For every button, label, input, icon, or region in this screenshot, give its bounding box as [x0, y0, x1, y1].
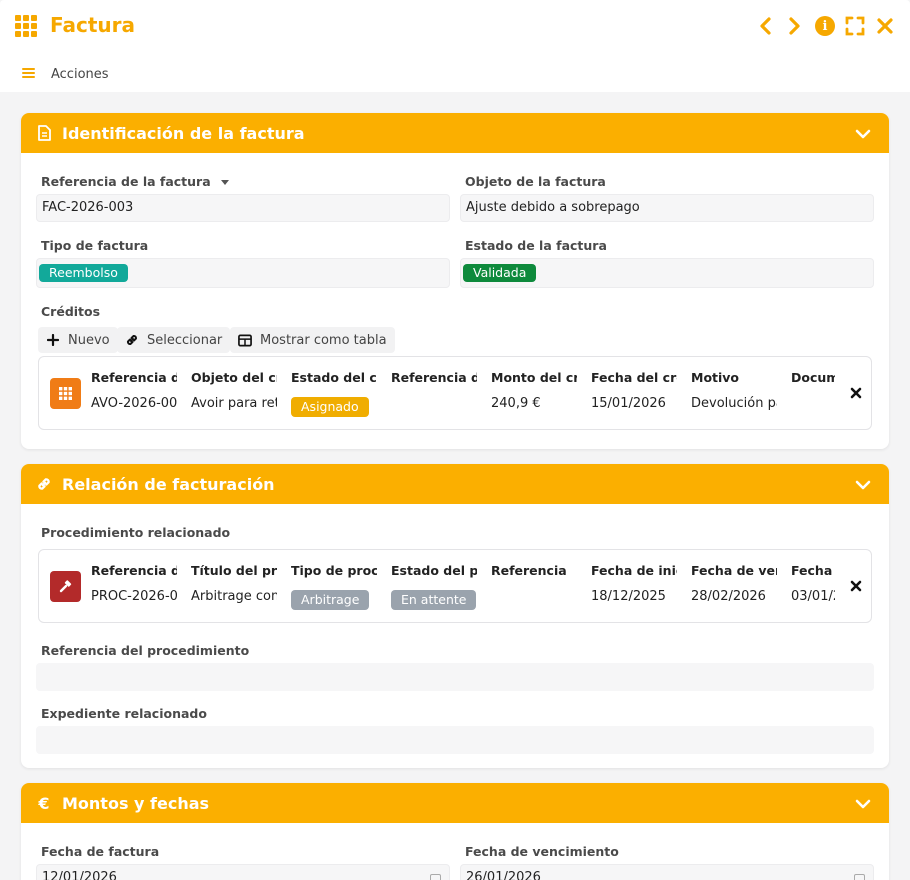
invoice-status-field[interactable]: Validada	[460, 258, 874, 288]
document-icon	[35, 124, 53, 142]
show-as-table-button[interactable]: Mostrar como tabla	[230, 327, 395, 353]
due-date-field[interactable]: 26/01/2026	[460, 864, 874, 880]
invoice-status-label: Estado de la factura	[465, 238, 607, 253]
select-credit-label: Seleccionar	[147, 332, 223, 348]
procedure-close-date: 03/01/2026	[791, 589, 835, 604]
new-credit-button[interactable]: Nuevo	[38, 327, 118, 353]
invoice-type-label: Tipo de factura	[41, 238, 149, 253]
procedure-col-header: Tipo de procedimiento	[291, 563, 377, 578]
actions-bar: Acciones	[0, 52, 910, 92]
invoice-object-label: Objeto de la factura	[465, 174, 606, 189]
caret-down-icon[interactable]	[221, 180, 230, 185]
expand-icon[interactable]	[844, 14, 866, 38]
credit-col-header: Fecha del crédito	[591, 370, 677, 385]
calendar-icon[interactable]	[430, 874, 441, 880]
procedure-ref-label: Referencia del procedimiento	[41, 643, 250, 658]
procedure-due-date: 28/02/2026	[691, 589, 766, 604]
plus-icon	[46, 333, 60, 347]
procedure-col-header: Título del procedimiento	[191, 563, 277, 578]
invoice-window: Factura i Acciones Identificación de la …	[0, 0, 910, 880]
due-date-label: Fecha de vencimiento	[465, 844, 619, 859]
credit-col-header: Estado del crédito	[291, 370, 377, 385]
procedure-col-header: Fecha de cierre	[791, 563, 835, 578]
close-icon[interactable]	[874, 14, 896, 38]
invoice-object-field[interactable]: Ajuste debido a sobrepago	[460, 194, 874, 222]
hamburger-icon[interactable]	[22, 68, 35, 78]
procedure-title: Arbitrage contractuel	[191, 589, 277, 604]
section-relacion: Relación de facturación Procedimiento re…	[21, 464, 889, 768]
window-header: Factura i	[0, 0, 910, 52]
section-title: Relación de facturación	[62, 474, 275, 494]
credit-date: 15/01/2026	[591, 396, 666, 411]
gavel-icon	[50, 571, 81, 602]
window-actions: i	[754, 14, 896, 38]
actions-menu-label[interactable]: Acciones	[51, 67, 109, 82]
show-as-table-label: Mostrar como tabla	[260, 332, 387, 348]
select-credit-button[interactable]: Seleccionar	[117, 327, 231, 353]
link-icon	[35, 475, 53, 493]
procedure-status-badge: En attente	[391, 590, 477, 610]
due-date-value: 26/01/2026	[466, 870, 541, 880]
credit-reason: Devolución parcial	[691, 396, 777, 411]
invoice-type-field[interactable]: Reembolso	[36, 258, 450, 288]
credits-label: Créditos	[41, 304, 101, 319]
credit-ref: AVO-2026-001	[91, 396, 177, 411]
chevron-down-icon[interactable]	[855, 476, 871, 495]
chevron-right-icon[interactable]	[784, 14, 806, 38]
credit-col-header: Referencia de la factura	[391, 370, 477, 385]
link-icon	[125, 333, 139, 347]
case-file-label: Expediente relacionado	[41, 706, 207, 721]
section-identificacion: Identificación de la factura Referencia …	[21, 113, 889, 449]
invoice-date-label: Fecha de factura	[41, 844, 160, 859]
chevron-left-icon[interactable]	[754, 14, 776, 38]
credit-col-header: Monto del crédito	[491, 370, 577, 385]
procedure-col-header: Fecha de inicio	[591, 563, 677, 578]
procedure-row[interactable]: Referencia del procedimiento Título del …	[38, 549, 872, 623]
type-badge: Reembolso	[39, 264, 128, 282]
section-title: Identificación de la factura	[62, 123, 305, 143]
procedure-col-header: Referencia del procedimiento	[91, 563, 177, 578]
invoice-ref-label: Referencia de la factura	[41, 174, 230, 189]
procedure-col-header: Estado del procedimiento	[391, 563, 477, 578]
chevron-down-icon[interactable]	[855, 125, 871, 144]
section-title: Montos y fechas	[62, 793, 210, 813]
procedure-start-date: 18/12/2025	[591, 589, 666, 604]
grid-icon	[15, 15, 39, 37]
procedure-label: Procedimiento relacionado	[41, 525, 231, 540]
procedure-type-badge: Arbitrage	[291, 590, 370, 610]
credit-amount: 240,9 €	[491, 396, 541, 411]
chevron-down-icon[interactable]	[855, 795, 871, 814]
new-credit-label: Nuevo	[68, 332, 110, 348]
section-montos: € Montos y fechas Fecha de factura 12/01…	[21, 783, 889, 880]
credit-col-header: Referencia de la factura	[91, 370, 177, 385]
remove-credit-icon[interactable]	[849, 385, 863, 399]
section-header-identificacion[interactable]: Identificación de la factura	[21, 113, 889, 153]
table-icon	[238, 333, 252, 347]
procedure-ref: PROC-2026-001	[91, 589, 177, 604]
remove-procedure-icon[interactable]	[849, 578, 863, 592]
section-header-montos[interactable]: € Montos y fechas	[21, 783, 889, 823]
invoice-date-field[interactable]: 12/01/2026	[36, 864, 450, 880]
credit-col-header: Objeto del crédito	[191, 370, 277, 385]
invoice-date-value: 12/01/2026	[42, 870, 117, 880]
section-header-relacion[interactable]: Relación de facturación	[21, 464, 889, 504]
credit-grid-icon	[50, 378, 81, 409]
credit-row[interactable]: Referencia de la factura Objeto del créd…	[38, 356, 872, 430]
status-badge: Validada	[463, 264, 537, 282]
procedure-col-header: Referencia	[491, 563, 567, 578]
calendar-icon[interactable]	[854, 874, 865, 880]
row-fade	[835, 357, 841, 429]
credit-col-header: Motivo	[691, 370, 740, 385]
euro-icon: €	[38, 793, 50, 813]
info-icon[interactable]: i	[814, 14, 836, 38]
credit-status-badge: Asignado	[291, 397, 369, 417]
window-title: Factura	[50, 13, 135, 37]
procedure-col-header: Fecha de vencimiento	[691, 563, 777, 578]
procedure-ref-field[interactable]	[36, 663, 874, 691]
case-file-field[interactable]	[36, 726, 874, 754]
credit-object: Avoir para retorno	[191, 396, 277, 411]
invoice-ref-field[interactable]: FAC-2026-003	[36, 194, 450, 222]
credit-col-header: Documentos	[791, 370, 835, 385]
